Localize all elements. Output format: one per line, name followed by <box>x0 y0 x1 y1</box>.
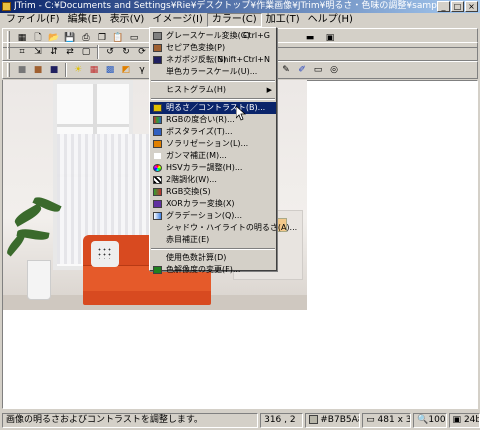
status-depth: ▣ 24bit <box>448 413 480 428</box>
negative-icon <box>153 56 162 64</box>
menu-item-xor[interactable]: XORカラー変換(X) <box>150 198 276 210</box>
flip-horizontal-icon[interactable]: ⇄ <box>63 45 77 59</box>
toolbar-grip[interactable] <box>7 63 10 77</box>
menu-item-sepia[interactable]: セピア色変換(P) <box>150 42 276 54</box>
mouse-cursor-icon <box>236 106 246 121</box>
trim-icon[interactable]: ▢ <box>79 45 93 59</box>
status-coords: 316 , 2 <box>260 413 304 428</box>
gamma-icon <box>153 152 162 160</box>
menu-item-histogram[interactable]: ヒストグラム(H) ▶ <box>150 84 276 96</box>
rgb-tool-icon[interactable]: ▦ <box>87 63 101 77</box>
rotate-right-icon[interactable]: ↻ <box>119 45 133 59</box>
gamma-tool-icon[interactable]: γ <box>135 63 149 77</box>
posterize-icon <box>153 128 162 136</box>
rotate-left-icon[interactable]: ↺ <box>103 45 117 59</box>
menu-item-gamma[interactable]: ガンマ補正(M)... <box>150 150 276 162</box>
monitor-icon: ▣ <box>452 415 462 425</box>
menu-item-negative[interactable]: ネガポジ反転(N) Shift+Ctrl+N <box>150 54 276 66</box>
hsv-icon <box>153 164 162 172</box>
menu-item-grayscale[interactable]: グレースケール変換(G) Ctrl+G <box>150 30 276 42</box>
menu-process[interactable]: 加工(T) <box>262 13 304 27</box>
zoom-icon: 🔍 <box>417 415 429 425</box>
menu-item-posterize[interactable]: ポスタライズ(T)... <box>150 126 276 138</box>
status-bar: 画像の明るさおよびコントラストを調整します。 316 , 2 #B7B5A8 ▭… <box>0 411 480 430</box>
sepia-tool-icon[interactable]: ■ <box>31 63 45 77</box>
menu-item-brightness-contrast[interactable]: 明るさ／コントラスト(B)... <box>150 102 276 114</box>
solarize-tool-icon[interactable]: ◩ <box>119 63 133 77</box>
app-icon <box>2 2 11 11</box>
solarize-icon <box>153 140 162 148</box>
gradient-icon <box>153 212 162 220</box>
menu-item-solarize[interactable]: ソラリゼーション(L)... <box>150 138 276 150</box>
dropper-icon[interactable]: ✎ <box>279 63 293 77</box>
menu-item-monochrome[interactable]: 単色カラースケール(U)... <box>150 66 276 78</box>
status-size: ▭ 481 x 365 <box>362 413 412 428</box>
maximize-button[interactable]: □ <box>451 1 464 12</box>
sepia-icon <box>153 44 162 52</box>
menu-item-color-depth[interactable]: 色解像度の変更(F)... <box>150 264 276 276</box>
posterize-tool-icon[interactable]: ▩ <box>103 63 117 77</box>
flip-vertical-icon[interactable]: ⇵ <box>47 45 61 59</box>
brightness-icon <box>153 104 162 112</box>
menu-item-shadow-highlight[interactable]: シャドウ・ハイライトの明るさ(A)... <box>150 222 297 234</box>
menu-file[interactable]: ファイル(F) <box>2 13 64 27</box>
resize-icon[interactable]: ⇲ <box>31 45 45 59</box>
target-icon[interactable]: ◎ <box>327 63 341 77</box>
menu-item-binarize[interactable]: 2階調化(W)... <box>150 174 276 186</box>
menu-item-hsv[interactable]: HSVカラー調整(H)... <box>150 162 276 174</box>
menu-item-count-colors[interactable]: 使用色数計算(D) <box>150 252 276 264</box>
color-depth-icon <box>153 266 162 274</box>
brightness-tool-icon[interactable]: ☀ <box>71 63 85 77</box>
submenu-arrow-icon: ▶ <box>266 86 272 94</box>
menu-item-gradient[interactable]: グラデーション(Q)... <box>150 210 276 222</box>
menu-item-rgb-swap[interactable]: RGB交換(S) <box>150 186 276 198</box>
xor-icon <box>153 200 162 208</box>
status-message: 画像の明るさおよびコントラストを調整します。 <box>2 413 259 428</box>
menu-separator <box>151 98 275 100</box>
color-menu-dropdown: グレースケール変換(G) Ctrl+G セピア色変換(P) ネガポジ反転(N) Sh… <box>149 27 297 274</box>
size-icon: ▭ <box>366 415 375 425</box>
status-color: #B7B5A8 <box>305 413 361 428</box>
rgb-swap-icon <box>153 188 162 196</box>
negative-tool-icon[interactable]: ■ <box>47 63 61 77</box>
menu-image[interactable]: イメージ(I) <box>148 13 207 27</box>
grayscale-tool-icon[interactable]: ■ <box>15 63 29 77</box>
binarize-icon <box>153 176 162 184</box>
rgb-icon <box>153 116 162 124</box>
color-swatch-icon <box>309 415 319 424</box>
menu-help[interactable]: ヘルプ(H) <box>304 13 357 27</box>
minimize-button[interactable]: _ <box>437 1 450 12</box>
menu-item-rgb-level[interactable]: RGBの度合い(R)... <box>150 114 276 126</box>
menu-bar: ファイル(F) 編集(E) 表示(V) イメージ(I) カラー(C) 加工(T)… <box>0 13 480 27</box>
photo-plant-pot <box>27 260 51 300</box>
window-title: JTrim - C:¥Documents and Settings¥Rie¥デス… <box>14 1 444 11</box>
pen-icon[interactable]: ✐ <box>295 63 309 77</box>
menu-view[interactable]: 表示(V) <box>106 13 149 27</box>
close-button[interactable]: × <box>465 1 478 12</box>
status-zoom: 🔍100% <box>413 413 447 428</box>
toolbar-grip[interactable] <box>7 44 10 59</box>
menu-edit[interactable]: 編集(E) <box>64 13 106 27</box>
menu-item-red-eye[interactable]: 赤目補正(E) <box>150 234 276 246</box>
rectangle-select-icon[interactable]: ▭ <box>311 63 325 77</box>
menu-color[interactable]: カラー(C) <box>206 13 262 27</box>
grayscale-icon <box>153 32 162 40</box>
title-bar: JTrim - C:¥Documents and Settings¥Rie¥デス… <box>0 0 480 13</box>
rotate-icon[interactable]: ⟳ <box>135 45 149 59</box>
menu-separator <box>151 248 275 250</box>
crop-icon[interactable]: ⌗ <box>15 45 29 59</box>
menu-separator <box>151 80 275 82</box>
